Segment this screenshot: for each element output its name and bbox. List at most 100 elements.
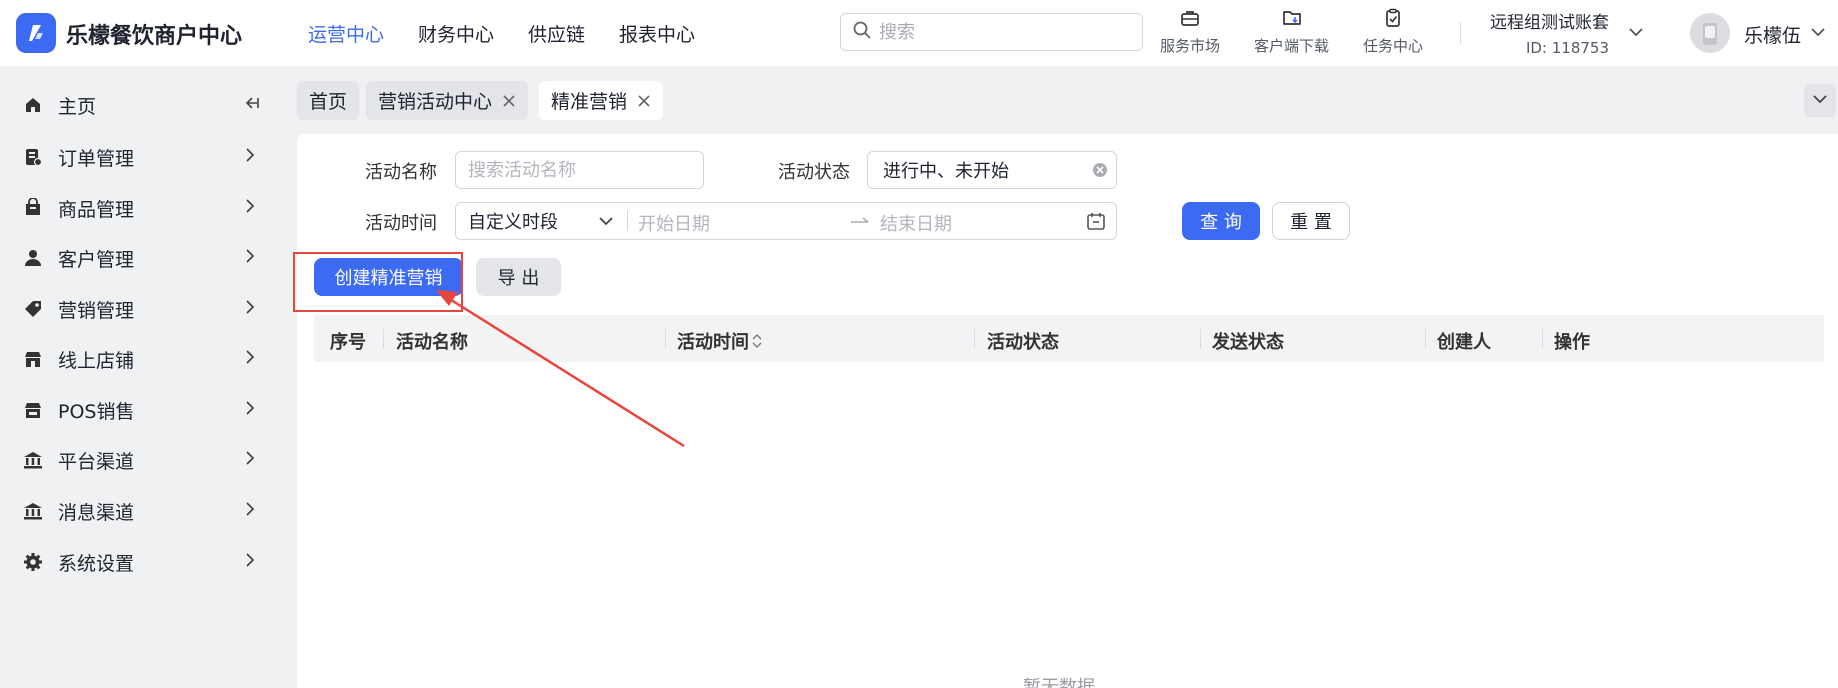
user-icon [22, 247, 44, 269]
tool-task-center[interactable]: 任务中心 [1363, 8, 1423, 56]
chevron-down-icon[interactable] [1628, 24, 1644, 44]
sidebar-item-orders[interactable]: 订单管理 [0, 132, 280, 182]
chevron-right-icon [242, 147, 258, 167]
sidebar-item-products[interactable]: 商品管理 [0, 183, 280, 233]
sidebar-item-label: 营销管理 [58, 299, 135, 322]
tabs-more-button[interactable] [1804, 84, 1836, 117]
bank-icon [22, 449, 44, 471]
chevron-right-icon [242, 198, 258, 218]
chevron-right-icon [242, 501, 258, 521]
sidebar-item-label: 系统设置 [58, 552, 135, 575]
column-header-activity-name: 活动名称 [396, 332, 468, 353]
top-header: 乐檬餐饮商户中心 运营中心 财务中心 供应链 报表中心 服务市场 客户端下载 任… [0, 0, 1838, 66]
activity-time-label: 活动时间 [365, 213, 437, 234]
tag-icon [22, 298, 44, 320]
avatar[interactable] [1690, 13, 1730, 53]
top-nav-item-finance[interactable]: 财务中心 [418, 20, 494, 47]
top-nav: 运营中心 财务中心 供应链 报表中心 [308, 20, 729, 47]
column-separator [974, 329, 975, 349]
sidebar-item-pos-sales[interactable]: POS销售 [0, 385, 280, 435]
header-divider [1460, 22, 1461, 44]
tab-label: 营销活动中心 [378, 91, 493, 113]
tab-label: 精准营销 [551, 91, 628, 113]
column-header-activity-status: 活动状态 [987, 332, 1059, 353]
clear-circle-icon[interactable] [1092, 162, 1108, 183]
top-nav-item-supply-chain[interactable]: 供应链 [528, 20, 585, 47]
sidebar-item-label: POS销售 [58, 400, 135, 423]
sidebar-item-label: 平台渠道 [58, 450, 135, 473]
chevron-down-icon[interactable] [1810, 24, 1826, 44]
sidebar-item-online-store[interactable]: 线上店铺 [0, 334, 280, 384]
tool-service-market[interactable]: 服务市场 [1160, 8, 1220, 56]
time-mode-value[interactable]: 自定义时段 [468, 208, 558, 234]
chevron-right-icon [242, 450, 258, 470]
tab-home[interactable]: 首页 [297, 81, 360, 120]
search-input[interactable] [879, 21, 1119, 43]
table-empty-text: 暂无数据 [1023, 677, 1095, 688]
sidebar-item-settings[interactable]: 系统设置 [0, 537, 280, 587]
activity-name-input[interactable] [468, 159, 703, 181]
search-icon [853, 21, 871, 43]
tool-label: 客户端下载 [1254, 37, 1330, 55]
top-nav-item-operations[interactable]: 运营中心 [308, 20, 384, 47]
activity-name-label: 活动名称 [365, 162, 437, 183]
user-name[interactable]: 乐檬伍 [1744, 21, 1801, 48]
sidebar-item-label: 商品管理 [58, 198, 135, 221]
sidebar-item-label: 客户管理 [58, 248, 135, 271]
range-divider [627, 211, 628, 231]
activity-status-label: 活动状态 [778, 162, 850, 183]
column-header-activity-time[interactable]: 活动时间 [677, 328, 763, 354]
export-button[interactable]: 导 出 [476, 258, 561, 296]
end-date-input[interactable]: 结束日期 [880, 210, 952, 236]
home-icon [22, 94, 44, 116]
sidebar-item-home[interactable]: 主页 [0, 80, 280, 130]
activity-time-range: 自定义时段 开始日期 结束日期 [455, 202, 1117, 240]
tool-client-download[interactable]: 客户端下载 [1254, 8, 1329, 56]
account-switcher[interactable]: 远程组测试账套 ID: 118753 [1490, 8, 1609, 57]
folder-download-icon [1282, 8, 1302, 35]
column-separator [1542, 329, 1543, 349]
column-header-index: 序号 [330, 332, 366, 353]
column-header-send-status: 发送状态 [1212, 332, 1284, 353]
tool-label: 服务市场 [1160, 37, 1221, 55]
column-header-label: 活动时间 [677, 332, 749, 353]
tool-label: 任务中心 [1363, 37, 1424, 55]
product-icon [22, 197, 44, 219]
reset-button[interactable]: 重 置 [1272, 202, 1350, 240]
sidebar: 主页 订单管理 商品管理 客户管理 营销管理 线上店铺 POS销售 平台渠道 消… [0, 66, 280, 688]
column-header-creator: 创建人 [1437, 332, 1491, 353]
chevron-down-icon [1812, 91, 1828, 111]
calendar-icon[interactable] [1086, 211, 1106, 236]
sidebar-item-customers[interactable]: 客户管理 [0, 233, 280, 283]
sidebar-item-marketing[interactable]: 营销管理 [0, 284, 280, 334]
sidebar-item-label: 线上店铺 [58, 349, 135, 372]
pos-store-icon [22, 399, 44, 421]
activity-status-select[interactable]: 进行中、未开始 [867, 151, 1117, 189]
sidebar-item-message-channels[interactable]: 消息渠道 [0, 486, 280, 536]
close-icon[interactable] [637, 94, 651, 108]
sidebar-item-label: 主页 [58, 95, 97, 118]
collapse-sidebar-icon[interactable] [242, 94, 260, 116]
column-separator [1425, 329, 1426, 349]
sidebar-item-platform-channels[interactable]: 平台渠道 [0, 435, 280, 485]
tab-label: 首页 [309, 91, 348, 113]
tab-marketing-center[interactable]: 营销活动中心 [366, 81, 529, 120]
tab-precision-marketing[interactable]: 精准营销 [539, 81, 664, 120]
sidebar-item-label: 消息渠道 [58, 501, 135, 524]
query-button[interactable]: 查 询 [1182, 202, 1260, 240]
global-search[interactable] [840, 13, 1143, 51]
start-date-input[interactable]: 开始日期 [638, 210, 710, 236]
activity-name-field[interactable] [455, 151, 704, 189]
message-bank-icon [22, 500, 44, 522]
close-icon[interactable] [502, 94, 516, 108]
annotation-highlight-box [293, 252, 463, 312]
top-nav-item-reports[interactable]: 报表中心 [619, 20, 695, 47]
brand-logo-icon[interactable] [16, 13, 56, 53]
sort-icon[interactable] [751, 332, 763, 350]
brand-name: 乐檬餐饮商户中心 [66, 24, 243, 49]
activity-status-value: 进行中、未开始 [883, 161, 1009, 182]
chevron-right-icon [242, 552, 258, 572]
arrow-right-icon [849, 210, 871, 235]
chevron-right-icon [242, 349, 258, 369]
chevron-down-icon[interactable] [598, 213, 614, 234]
